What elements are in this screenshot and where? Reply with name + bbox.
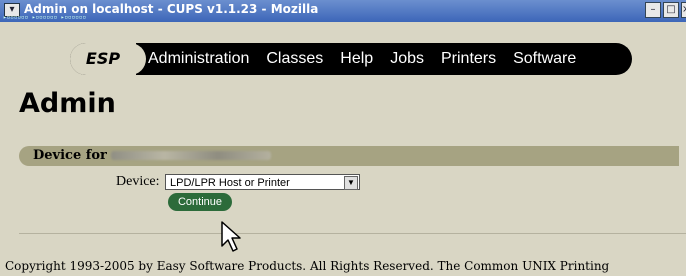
device-select-value: LPD/LPR Host or Printer bbox=[170, 177, 290, 189]
window-titlebar[interactable]: ▾ Admin on localhost - CUPS v1.1.23 - Mo… bbox=[0, 0, 686, 22]
device-for-label: Device for bbox=[33, 148, 107, 163]
device-field-label: Device: bbox=[116, 174, 160, 189]
close-icon[interactable]: × bbox=[681, 2, 686, 18]
footer-copyright: Copyright 1993-2005 by Easy Software Pro… bbox=[5, 259, 610, 273]
nav-bar: ESP Administration Classes Help Jobs Pri… bbox=[70, 43, 632, 75]
minimize-icon[interactable]: – bbox=[645, 2, 661, 18]
nav-item-classes[interactable]: Classes bbox=[266, 50, 323, 68]
redacted-device-name bbox=[111, 151, 271, 160]
nav-item-help[interactable]: Help bbox=[340, 50, 373, 68]
page-content: ESP Administration Classes Help Jobs Pri… bbox=[0, 22, 686, 276]
page-title: Admin bbox=[19, 88, 116, 119]
nav-item-jobs[interactable]: Jobs bbox=[390, 50, 424, 68]
nav-item-administration[interactable]: Administration bbox=[148, 50, 249, 68]
nav-item-printers[interactable]: Printers bbox=[441, 50, 496, 68]
continue-button[interactable]: Continue bbox=[168, 193, 232, 211]
divider bbox=[19, 233, 686, 234]
mouse-cursor-icon bbox=[221, 221, 241, 252]
nav-item-software[interactable]: Software bbox=[513, 50, 576, 68]
device-select[interactable]: LPD/LPR Host or Printer ▼ bbox=[165, 174, 360, 190]
esp-logo[interactable]: ESP bbox=[70, 43, 136, 75]
maximize-icon[interactable]: □ bbox=[663, 2, 679, 18]
nav-links: Administration Classes Help Jobs Printer… bbox=[148, 43, 576, 75]
titlebar-tab-strip: ▸▫▫▫▫▫▫ ▸▫▫▫▫▫▫ ▸▫▫▫▫▫▫ bbox=[3, 14, 87, 21]
device-header-bar: Device for bbox=[19, 146, 679, 166]
chevron-down-icon[interactable]: ▼ bbox=[344, 176, 358, 190]
